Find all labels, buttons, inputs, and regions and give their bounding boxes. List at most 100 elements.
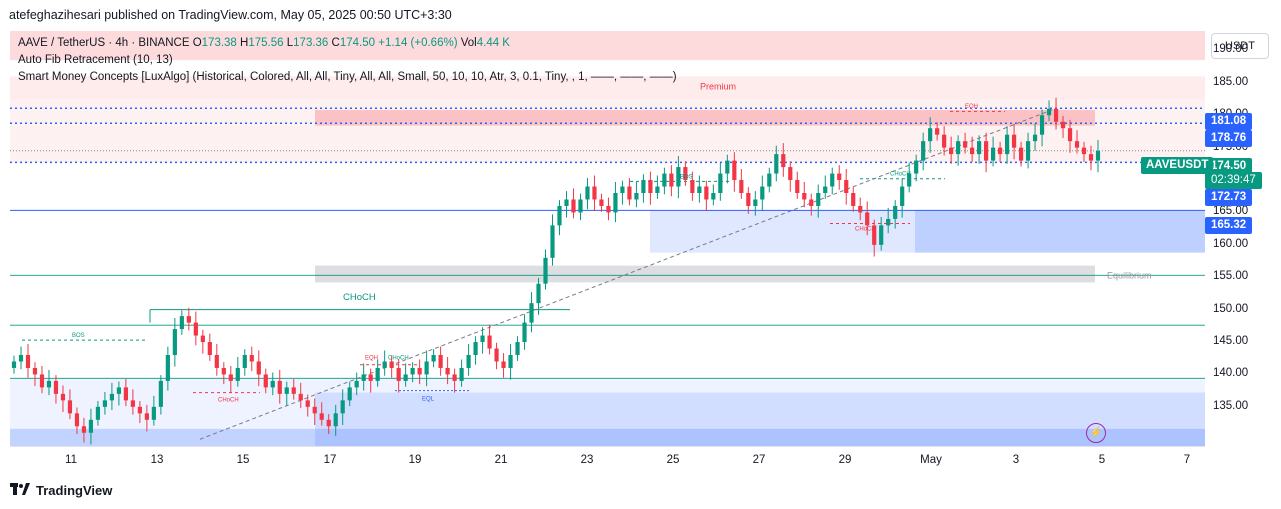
candle-body	[74, 413, 80, 427]
candle-body	[221, 367, 226, 375]
close-value: 174.50	[339, 37, 376, 49]
candle-body	[494, 348, 499, 362]
candle-body	[879, 225, 884, 245]
candle-body	[718, 173, 723, 193]
time-tick: 21	[494, 454, 508, 466]
candle-body	[984, 141, 989, 161]
equilibrium-box	[315, 265, 1095, 283]
countdown-tag: 02:39:47	[1205, 172, 1262, 189]
candle-body	[375, 367, 380, 381]
candle-body	[137, 406, 142, 414]
candle-body	[515, 342, 520, 355]
candle-body	[739, 180, 744, 193]
candle-body	[732, 160, 737, 181]
candle-body	[354, 380, 359, 388]
candle-body	[851, 193, 856, 206]
indicator-fib[interactable]: Auto Fib Retracement (10, 13)	[18, 52, 677, 69]
choch-label-right: CHoCH	[890, 172, 911, 178]
time-tick: May	[920, 454, 942, 466]
candle-body	[1088, 154, 1094, 161]
candle-body	[193, 322, 198, 336]
chart-plot-area[interactable]: Premium Equilibrium CHoCH BOS BOS CHoCH CHoCH C…	[10, 31, 1205, 446]
candle-body	[284, 387, 289, 394]
candle-body	[158, 380, 163, 407]
candle-body	[333, 413, 338, 427]
candle-body	[599, 199, 604, 206]
candle-body	[990, 147, 996, 161]
time-tick: 27	[752, 454, 766, 466]
candle-body	[417, 367, 422, 375]
candle-body	[970, 147, 975, 155]
bos-label-left: BOS	[72, 333, 85, 339]
candle-body	[319, 413, 324, 420]
indicator-smc[interactable]: Smart Money Concepts [LuxAlgo] (Historic…	[18, 69, 677, 86]
candle-body	[116, 387, 122, 394]
candle-body	[662, 173, 667, 187]
candle-body	[564, 199, 569, 206]
candle-body	[291, 387, 296, 394]
candle-body	[130, 400, 135, 407]
candle-body	[928, 128, 933, 142]
candle-body	[641, 180, 646, 193]
candle-body	[11, 361, 17, 368]
candle-body	[1060, 121, 1066, 129]
candle-body	[214, 355, 219, 368]
lightning-icon[interactable]: ⚡	[1086, 423, 1106, 443]
time-tick: 13	[150, 454, 164, 466]
tradingview-logo-icon	[10, 483, 30, 498]
price-tag-165: 165.32	[1205, 217, 1253, 234]
price-chart[interactable]: Premium Equilibrium CHoCH BOS BOS CHoCH CHoCH C…	[10, 31, 1205, 446]
candle-body	[592, 186, 597, 200]
candle-body	[697, 186, 702, 193]
high-value: 175.56	[248, 37, 284, 49]
price-tag-181: 181.08	[1205, 113, 1253, 130]
time-tick: 3	[1012, 454, 1020, 466]
candle-body	[690, 180, 695, 193]
price-tick: 140.00	[1213, 367, 1249, 380]
time-tick: 17	[323, 454, 337, 466]
change-value: +1.14 (+0.66%)	[378, 37, 458, 49]
time-tick: 7	[1183, 454, 1191, 466]
brand-name: TradingView	[36, 483, 113, 498]
candle-body	[1004, 134, 1010, 155]
candle-body	[900, 186, 905, 206]
candle-body	[67, 400, 73, 414]
candle-body	[1039, 115, 1045, 135]
tradingview-footer: TradingView	[10, 483, 112, 498]
candle-body	[263, 374, 268, 388]
price-axis[interactable]: 190.00185.00180.00175.00170.00165.00160.…	[1205, 31, 1281, 446]
symbol-label[interactable]: AAVE / TetherUS · 4h · BINANCE	[18, 37, 190, 49]
candle-body	[935, 128, 940, 135]
candle-body	[431, 355, 436, 362]
candle-body	[997, 147, 1003, 155]
candle-body	[207, 342, 212, 355]
candle-body	[326, 419, 331, 427]
candle-body	[1081, 147, 1087, 155]
symbol-price-tag: AAVEUSDT	[1141, 157, 1214, 174]
price-tick: 185.00	[1213, 75, 1249, 88]
price-tick: 145.00	[1213, 335, 1249, 348]
candle-body	[144, 413, 149, 420]
candle-body	[963, 141, 968, 148]
candle-body	[816, 193, 821, 206]
candle-body	[452, 374, 457, 381]
candle-body	[543, 257, 548, 284]
candle-body	[557, 205, 562, 226]
candle-body	[109, 393, 115, 401]
candle-body	[774, 154, 779, 174]
candle-body	[466, 355, 471, 368]
volume-label: Vol	[460, 37, 477, 49]
candle-body	[767, 173, 772, 187]
time-tick: 25	[666, 454, 680, 466]
candle-body	[578, 199, 583, 213]
price-tick: 150.00	[1213, 302, 1249, 315]
candle-body	[1095, 150, 1101, 161]
candle-body	[858, 205, 863, 213]
candle-body	[977, 141, 982, 155]
time-axis[interactable]: 11 13 15 17 19 21 23 25 27 29 May 3 5 7	[10, 446, 1205, 471]
equilibrium-label: Equilibrium	[1107, 271, 1152, 281]
candle-body	[270, 380, 275, 388]
candle-body	[536, 283, 541, 304]
price-tick: 135.00	[1213, 399, 1249, 412]
candle-body	[508, 355, 513, 368]
